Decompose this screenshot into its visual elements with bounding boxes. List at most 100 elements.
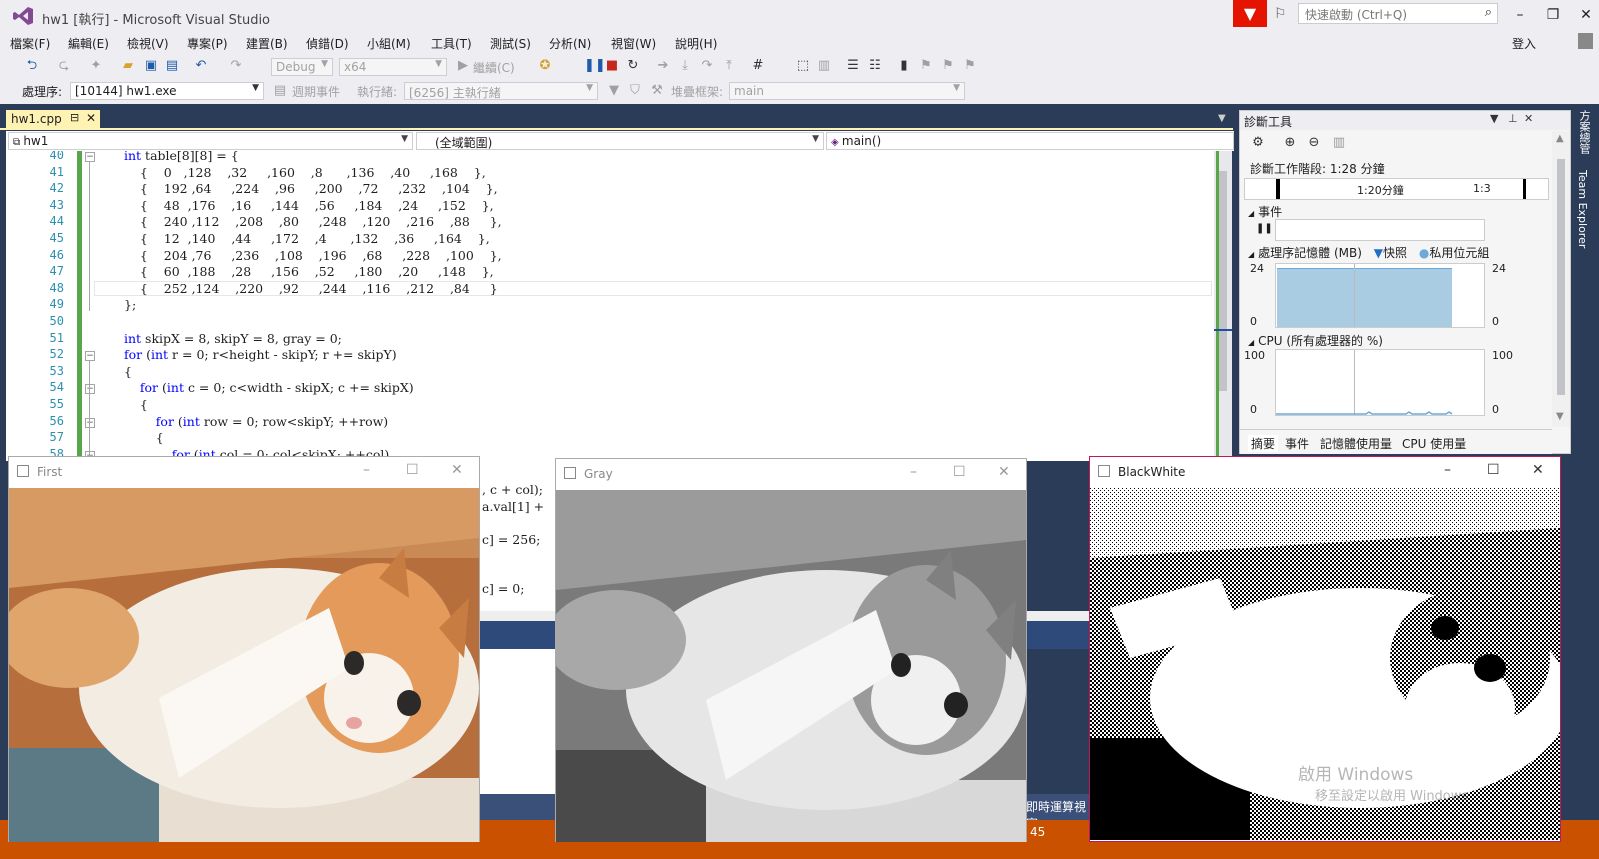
next-bookmark-icon[interactable]: ⚑ bbox=[940, 58, 956, 74]
new-project-icon[interactable]: ✦ bbox=[88, 58, 104, 74]
continue-button-label[interactable]: 繼續(C) bbox=[473, 59, 515, 76]
filter-flag-icon[interactable]: ⛉ bbox=[627, 83, 643, 99]
window-title-bar[interactable]: BlackWhite – ☐ ✕ bbox=[1090, 457, 1560, 487]
tab-dropdown-icon[interactable]: ▼ bbox=[1218, 113, 1226, 124]
thread-icon[interactable]: ⬚ bbox=[795, 58, 811, 74]
diagnostics-scroll-thumb[interactable] bbox=[1557, 159, 1565, 395]
stop-debugging-icon[interactable]: ■ bbox=[604, 58, 620, 74]
scroll-up-icon[interactable]: ▲ bbox=[1556, 133, 1564, 144]
menu-edit[interactable]: 編輯(E) bbox=[68, 35, 109, 52]
menu-file[interactable]: 檔案(F) bbox=[10, 35, 50, 52]
menu-test[interactable]: 測試(S) bbox=[490, 35, 531, 52]
scrollbar-thumb[interactable] bbox=[1219, 171, 1227, 391]
team-explorer-tab[interactable]: Team Explorer bbox=[1576, 170, 1589, 248]
platform-select[interactable]: x64 ▼ bbox=[339, 58, 447, 76]
maximize-button[interactable]: ☐ bbox=[406, 462, 419, 478]
project-select[interactable]: ⧉ hw1 ▼ bbox=[8, 132, 413, 150]
cpu-graph[interactable] bbox=[1275, 349, 1485, 416]
settings-gear-icon[interactable]: ⚙ bbox=[1250, 135, 1266, 151]
zoom-out-icon[interactable]: ⊖ bbox=[1306, 135, 1322, 151]
events-section-header[interactable]: ◢ 事件 bbox=[1248, 203, 1282, 220]
clear-bookmarks-icon[interactable]: ⚑ bbox=[962, 58, 978, 74]
minimize-button[interactable]: – bbox=[363, 462, 370, 478]
menu-debug[interactable]: 偵錯(D) bbox=[306, 35, 349, 52]
break-all-icon[interactable]: ❚❚ bbox=[584, 58, 606, 74]
gray-image-window[interactable]: Gray – ☐ ✕ bbox=[555, 458, 1027, 842]
stack-icon[interactable]: ▥ bbox=[816, 58, 832, 74]
code-editor[interactable]: 40 41 42 43 44 45 46 47 48 49 50 51 52 53 54 55 56 57 58 i… bbox=[6, 151, 1214, 461]
stack-frame-select[interactable]: main ▼ bbox=[729, 82, 965, 100]
reset-zoom-icon[interactable]: ▥ bbox=[1331, 135, 1347, 151]
immediate-window-tab[interactable]: 即時運算視窗 bbox=[1026, 794, 1092, 831]
tab-events[interactable]: 事件 bbox=[1285, 435, 1309, 452]
uncomment-icon[interactable]: ☷ bbox=[867, 58, 883, 74]
lifecycle-events-icon[interactable]: ▤ bbox=[272, 83, 288, 99]
pause-icon[interactable]: ❚❚ bbox=[1256, 223, 1273, 234]
bookmark-icon[interactable]: ▮ bbox=[896, 58, 912, 74]
continue-play-icon[interactable]: ▶ bbox=[455, 58, 471, 74]
restore-button[interactable]: ❐ bbox=[1540, 4, 1566, 26]
restart-icon[interactable]: ↻ bbox=[625, 58, 641, 74]
tab-hw1-cpp[interactable]: hw1.cpp ⊟ ✕ bbox=[6, 110, 100, 129]
scope-select[interactable]: (全域範圍) ▼ bbox=[416, 132, 824, 150]
cpu-section-header[interactable]: ◢ CPU (所有處理器的 %) bbox=[1248, 332, 1383, 349]
panel-close-icon[interactable]: ✕ bbox=[1524, 112, 1533, 125]
attach-process-icon[interactable]: ✪ bbox=[537, 58, 553, 74]
fold-toggle-icon[interactable]: − bbox=[85, 152, 95, 162]
process-select[interactable]: [10144] hw1.exe ▼ bbox=[70, 82, 264, 100]
sign-in-link[interactable]: 登入 bbox=[1512, 35, 1536, 52]
menu-window[interactable]: 視窗(W) bbox=[611, 35, 656, 52]
editor-scrollbar[interactable] bbox=[1214, 151, 1232, 461]
close-button[interactable]: ✕ bbox=[1532, 462, 1544, 478]
tab-cpu-usage[interactable]: CPU 使用量 bbox=[1402, 435, 1466, 452]
notifications-icon[interactable]: ⚐ bbox=[1274, 6, 1292, 22]
window-title-bar[interactable]: Gray – ☐ ✕ bbox=[556, 459, 1026, 489]
redo-icon[interactable]: ↷ bbox=[228, 58, 244, 74]
filter-thread-icon[interactable]: ▼ bbox=[606, 83, 622, 99]
menu-help[interactable]: 說明(H) bbox=[675, 35, 717, 52]
timeline-selection-start[interactable] bbox=[1276, 179, 1280, 199]
close-button[interactable]: ✕ bbox=[451, 462, 463, 478]
close-button[interactable]: ✕ bbox=[998, 464, 1010, 480]
navigate-back-icon[interactable]: ⮌ bbox=[24, 58, 40, 74]
step-over-icon[interactable]: ↷ bbox=[699, 58, 715, 74]
close-tab-icon[interactable]: ✕ bbox=[86, 111, 96, 125]
memory-graph[interactable] bbox=[1275, 263, 1485, 328]
menu-analyze[interactable]: 分析(N) bbox=[549, 35, 591, 52]
maximize-button[interactable]: ☐ bbox=[1487, 462, 1500, 478]
minimize-button[interactable]: – bbox=[1444, 462, 1451, 478]
menu-build[interactable]: 建置(B) bbox=[246, 35, 288, 52]
navigate-forward-icon[interactable]: ⮎ bbox=[56, 58, 72, 74]
feedback-filter-icon[interactable]: ▼ bbox=[1233, 0, 1267, 27]
prev-bookmark-icon[interactable]: ⚑ bbox=[918, 58, 934, 74]
menu-project[interactable]: 專案(P) bbox=[187, 35, 228, 52]
open-file-icon[interactable]: ▰ bbox=[120, 58, 136, 74]
minimize-button[interactable]: – bbox=[1507, 4, 1533, 26]
flag-threads-icon[interactable]: ⚒ bbox=[649, 83, 665, 99]
thread-select[interactable]: [6256] 主執行緒 ▼ bbox=[404, 82, 598, 100]
tab-memory-usage[interactable]: 記憶體使用量 bbox=[1320, 435, 1392, 452]
menu-tools[interactable]: 工具(T) bbox=[431, 35, 472, 52]
zoom-in-icon[interactable]: ⊕ bbox=[1282, 135, 1298, 151]
scroll-down-icon[interactable]: ▼ bbox=[1556, 411, 1564, 422]
window-title-bar[interactable]: First – ☐ ✕ bbox=[9, 457, 479, 487]
save-icon[interactable]: ▣ bbox=[143, 58, 159, 74]
panel-pin-icon[interactable]: ⊥ bbox=[1508, 112, 1518, 125]
step-out-icon[interactable]: ⤒ bbox=[721, 58, 737, 74]
diagnostics-scrollbar[interactable]: ▲ ▼ bbox=[1552, 131, 1570, 427]
comment-icon[interactable]: ☰ bbox=[845, 58, 861, 74]
account-avatar-icon[interactable] bbox=[1578, 33, 1593, 49]
save-all-icon[interactable]: ▤ bbox=[164, 58, 180, 74]
function-select[interactable]: ◈ main() bbox=[826, 132, 1234, 150]
memory-section-header[interactable]: ◢ 處理序記憶體 (MB) ▼快照 ●私用位元組 bbox=[1248, 244, 1489, 261]
menu-team[interactable]: 小組(M) bbox=[367, 35, 411, 52]
panel-dropdown-icon[interactable]: ▼ bbox=[1490, 112, 1498, 125]
lifecycle-events-label[interactable]: 週期事件 bbox=[292, 83, 340, 100]
menu-view[interactable]: 檢視(V) bbox=[127, 35, 169, 52]
first-image-window[interactable]: First – ☐ ✕ bbox=[8, 456, 480, 842]
quick-launch-input[interactable]: 快速啟動 (Ctrl+Q) ⌕ bbox=[1298, 3, 1498, 24]
timeline-selection-end[interactable] bbox=[1523, 179, 1527, 199]
step-into-icon[interactable]: ⤓ bbox=[677, 58, 693, 74]
tab-summary[interactable]: 摘要 bbox=[1248, 435, 1279, 452]
fold-toggle-icon[interactable]: − bbox=[85, 351, 95, 362]
